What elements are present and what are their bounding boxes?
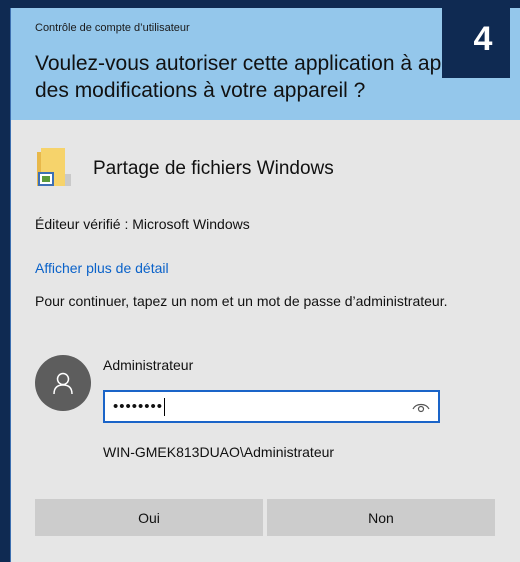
password-field[interactable]: •••••••• [103,390,440,423]
text-caret [164,397,166,416]
password-value: •••••••• [113,398,164,415]
folder-icon [37,148,71,186]
step-badge: 4 [442,0,510,78]
no-button[interactable]: Non [267,499,495,536]
dialog-title: Voulez-vous autoriser cette application … [35,52,497,102]
eye-icon[interactable] [412,400,430,414]
screen-background: Contrôle de compte d’utilisateur Voulez-… [0,0,520,562]
uac-dialog: Contrôle de compte d’utilisateur Voulez-… [10,8,520,562]
domain-user: WIN-GMEK813DUAO\Administrateur [103,444,335,460]
credentials-prompt: Pour continuer, tapez un nom et un mot d… [35,293,448,309]
username-label: Administrateur [103,357,194,373]
verified-publisher: Éditeur vérifié : Microsoft Windows [35,216,250,232]
app-name: Partage de fichiers Windows [93,158,334,179]
user-icon [53,372,73,395]
yes-button[interactable]: Oui [35,499,263,536]
dialog-caption: Contrôle de compte d’utilisateur [35,22,190,34]
avatar [35,355,91,411]
show-details-link[interactable]: Afficher plus de détail [35,260,169,276]
